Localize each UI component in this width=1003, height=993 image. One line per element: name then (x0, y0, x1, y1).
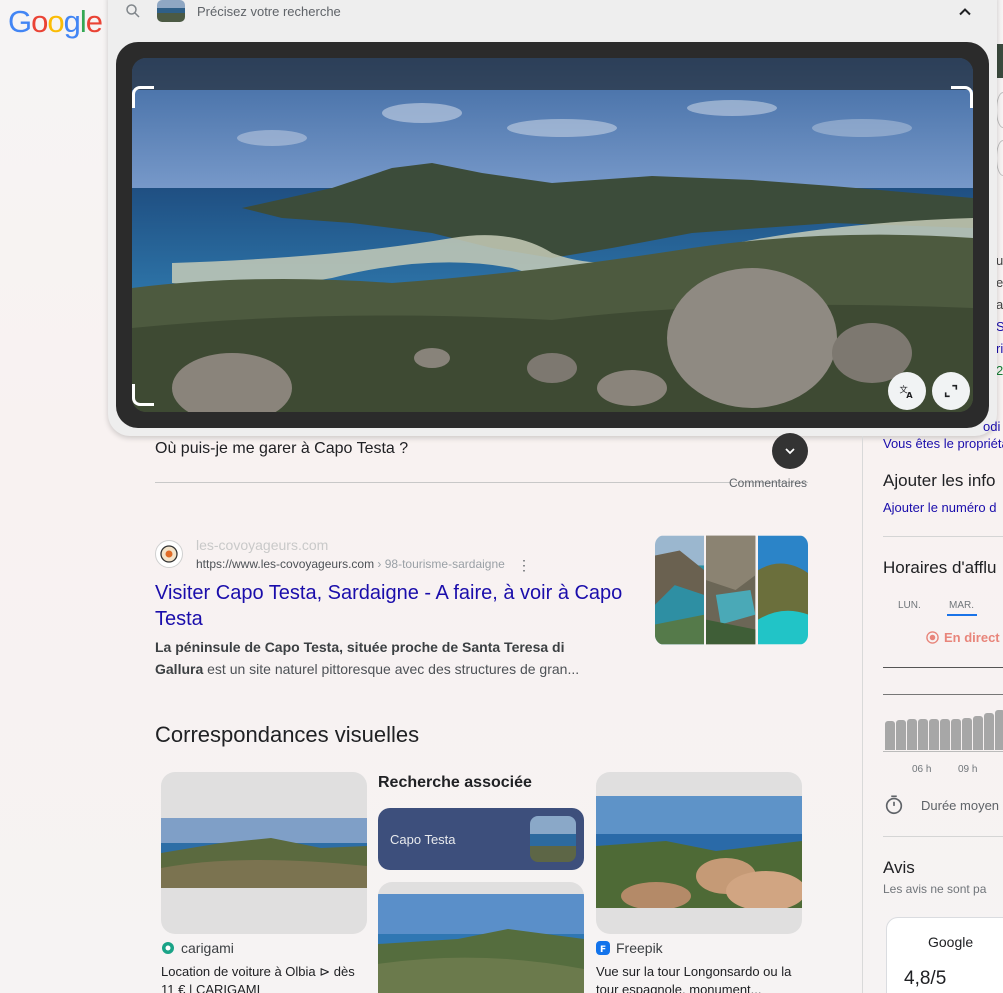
popular-times-bar[interactable] (896, 720, 906, 750)
popular-times-bar[interactable] (973, 716, 983, 750)
logo-letter: o (31, 4, 48, 39)
panel-edge-button[interactable] (996, 140, 1003, 176)
related-search-chip[interactable]: Capo Testa (378, 808, 584, 870)
feedback-link[interactable]: Commentaires (729, 476, 807, 490)
day-tab-indicator (947, 614, 977, 616)
url-host: https://www.les-covoyageurs.com (196, 557, 375, 571)
popular-times-chart (885, 708, 1003, 750)
source-name: carigami (181, 940, 234, 956)
visual-match-card[interactable] (596, 772, 802, 934)
chevron-up-icon[interactable] (955, 2, 975, 22)
visual-match-title[interactable]: Vue sur la tour Longonsardo ou la tour e… (596, 963, 801, 993)
freepik-icon: F (596, 941, 610, 955)
add-phone-link[interactable]: Ajouter le numéro d (883, 500, 996, 515)
visual-match-card[interactable] (378, 882, 584, 993)
svg-text:F: F (600, 945, 606, 955)
live-dot-icon (926, 631, 939, 644)
search-input[interactable]: Précisez votre recherche (197, 4, 341, 19)
reviews-heading: Avis (883, 858, 915, 877)
popular-times-bar[interactable] (984, 713, 994, 750)
logo-letter: g (63, 4, 81, 39)
visual-match-title[interactable]: Location de voiture à Olbia ⊳ dès 11 € |… (161, 963, 366, 993)
site-name[interactable]: les-covoyageurs.com (196, 537, 328, 553)
logo-letter: e (85, 4, 103, 39)
translate-icon: 文A (900, 385, 914, 400)
live-label: En direct (944, 630, 1000, 645)
faq-question: Où puis-je me garer à Capo Testa ? (155, 440, 409, 457)
image-preview-frame: 文A (116, 42, 989, 428)
fullscreen-icon (944, 384, 958, 398)
add-info-heading: Ajouter les info (883, 471, 996, 490)
carigami-icon (162, 942, 174, 954)
day-tab-tuesday[interactable]: MAR. (949, 600, 974, 611)
review-source-name: Google (928, 934, 974, 950)
logo-letter: G (8, 4, 32, 39)
site-favicon[interactable] (155, 540, 183, 568)
visual-match-card[interactable] (161, 772, 367, 934)
section-divider (883, 836, 1003, 837)
site-url[interactable]: https://www.les-covoyageurs.com › 98-tou… (196, 557, 505, 571)
fullscreen-button[interactable] (932, 372, 970, 410)
review-rating: 4,8/5 (904, 968, 947, 989)
image-search-panel: Précisez votre recherche 文 A (108, 0, 997, 436)
hour-label: 09 h (958, 764, 978, 775)
translate-button[interactable]: 文A (888, 372, 926, 410)
popular-times-heading: Horaires d'afflu (883, 558, 997, 577)
popular-times-bar[interactable] (885, 721, 895, 750)
visual-match-source[interactable]: carigami (161, 940, 234, 956)
popular-times-bar[interactable] (951, 719, 961, 750)
source-name: Freepik (616, 940, 663, 956)
search-bar[interactable]: Précisez votre recherche (108, 0, 997, 24)
chevron-down-icon (785, 448, 795, 455)
crop-handle-top-left[interactable] (132, 86, 154, 108)
review-source-card[interactable]: Google 4,8/5 (886, 917, 1003, 993)
day-tab-monday[interactable]: LUN. (898, 600, 921, 611)
svg-text:A: A (906, 390, 913, 400)
visit-duration: Durée moyen (883, 794, 999, 816)
crop-handle-top-right[interactable] (951, 86, 973, 108)
result-image-collage[interactable] (655, 535, 808, 645)
crop-handle-bottom-left[interactable] (132, 384, 154, 406)
stopwatch-icon (885, 795, 903, 815)
expand-button[interactable] (772, 433, 808, 469)
related-search-label: Recherche associée (378, 774, 532, 791)
more-options-icon[interactable]: ⋮ (517, 557, 531, 574)
section-divider (883, 536, 1003, 537)
google-logo[interactable]: Google (8, 4, 103, 40)
result-snippet: La péninsule de Capo Testa, située proch… (155, 636, 595, 680)
visual-matches-heading: Correspondances visuelles (155, 722, 420, 747)
visual-match-source[interactable]: F Freepik (596, 940, 663, 956)
popular-times-bar[interactable] (929, 719, 939, 750)
owner-claim-link[interactable]: Vous êtes le propriétaire (883, 436, 1003, 451)
popular-times-bar[interactable] (940, 719, 950, 750)
popular-times-bar[interactable] (995, 710, 1003, 750)
panel-edge-text: u e a S ri 2 (996, 253, 1003, 378)
owner-link-partial[interactable]: odi (983, 419, 1000, 434)
duration-label: Durée moyen (921, 797, 1000, 813)
result-title-link[interactable]: Visiter Capo Testa, Sardaigne - A faire,… (155, 580, 625, 632)
popular-times-bar[interactable] (907, 719, 917, 750)
faq-item[interactable]: Où puis-je me garer à Capo Testa ? (155, 433, 808, 483)
search-icon (126, 4, 140, 18)
panel-divider (862, 436, 863, 993)
panel-edge-button[interactable] (996, 92, 1003, 128)
section-divider (883, 667, 1003, 668)
live-status: En direct (926, 630, 1000, 645)
logo-letter: o (47, 4, 64, 39)
snippet-text: est un site naturel pittoresque avec des… (203, 661, 580, 677)
hour-label: 06 h (912, 764, 932, 775)
chart-baseline (883, 751, 1003, 752)
chart-top-line (883, 694, 1003, 695)
reviews-note: Les avis ne sont pa (883, 882, 987, 896)
related-search-text: Capo Testa (390, 832, 456, 847)
related-search-thumbnail (530, 816, 576, 862)
query-image-thumbnail[interactable] (157, 0, 185, 22)
popular-times-bar[interactable] (962, 718, 972, 750)
landscape-photo[interactable] (132, 58, 973, 412)
url-path: › 98-tourisme-sardaigne (374, 557, 505, 571)
popular-times-bar[interactable] (918, 719, 928, 750)
